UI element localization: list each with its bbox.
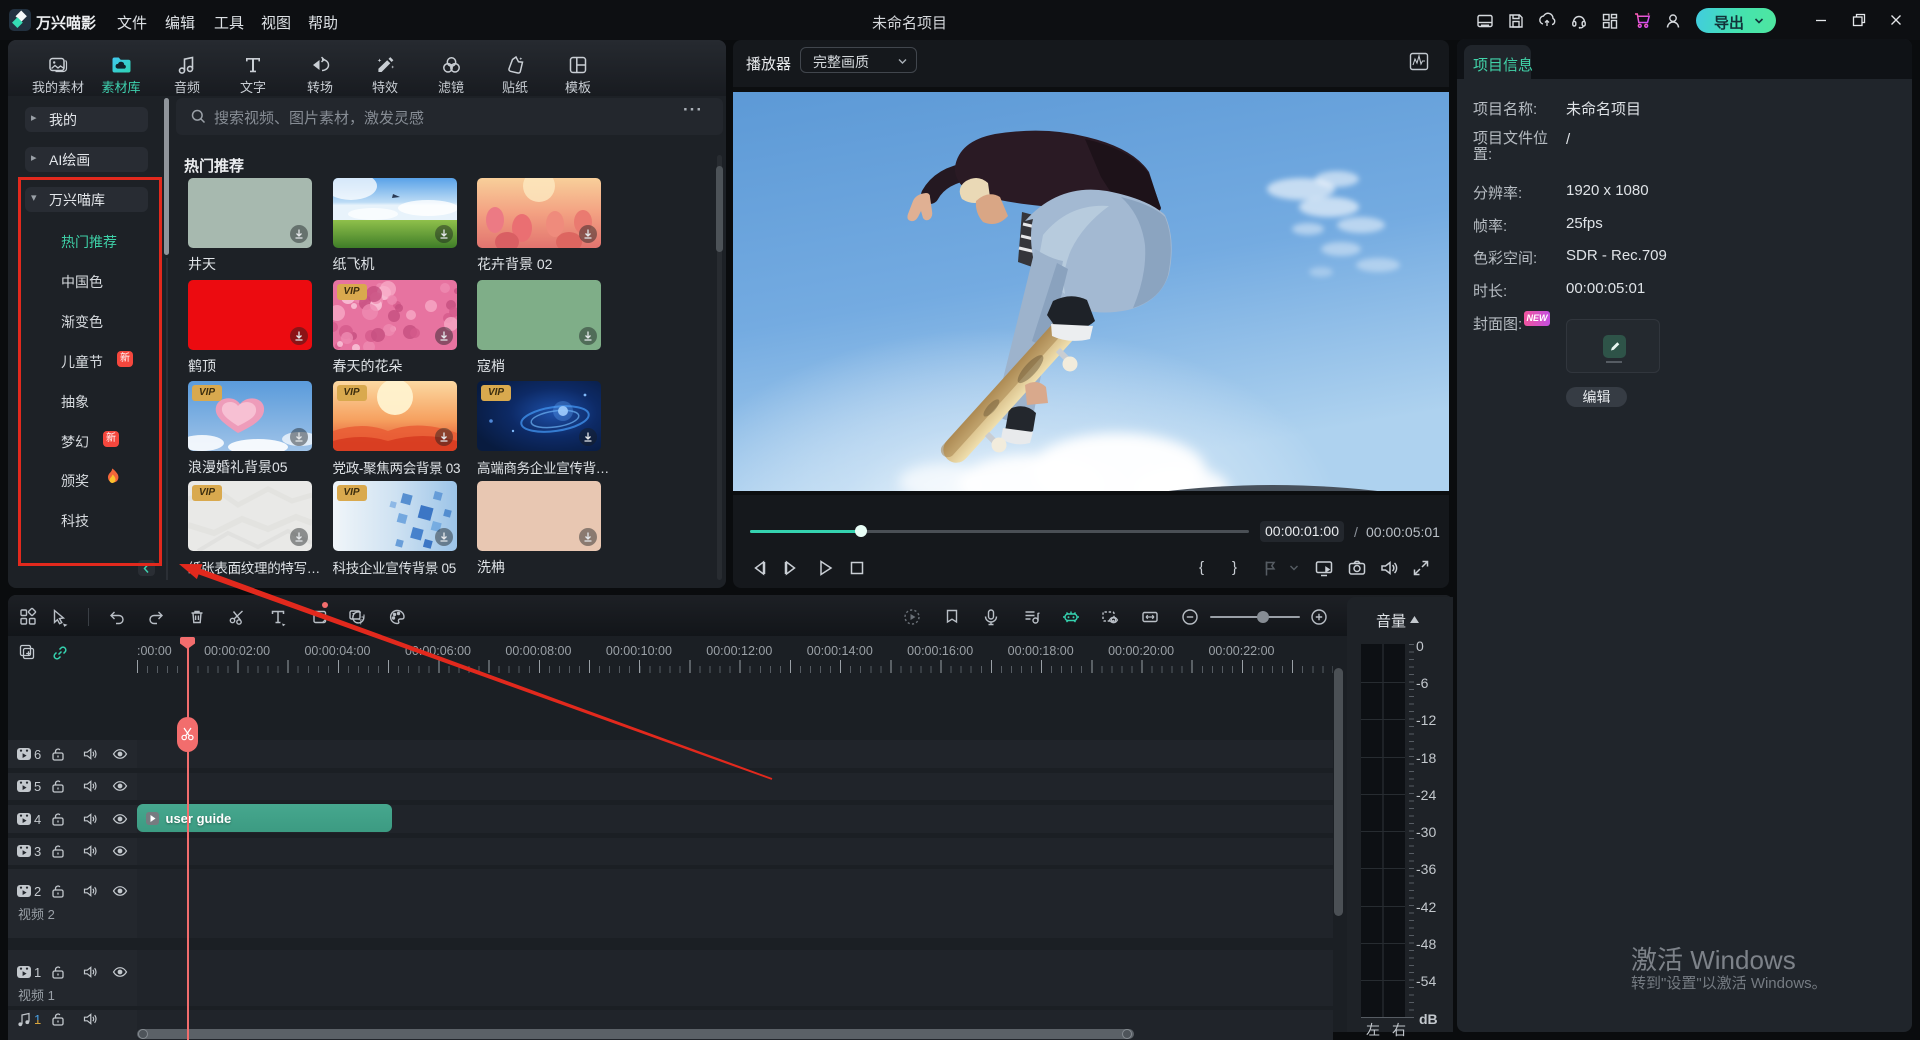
svg-text:T: T — [359, 618, 364, 627]
